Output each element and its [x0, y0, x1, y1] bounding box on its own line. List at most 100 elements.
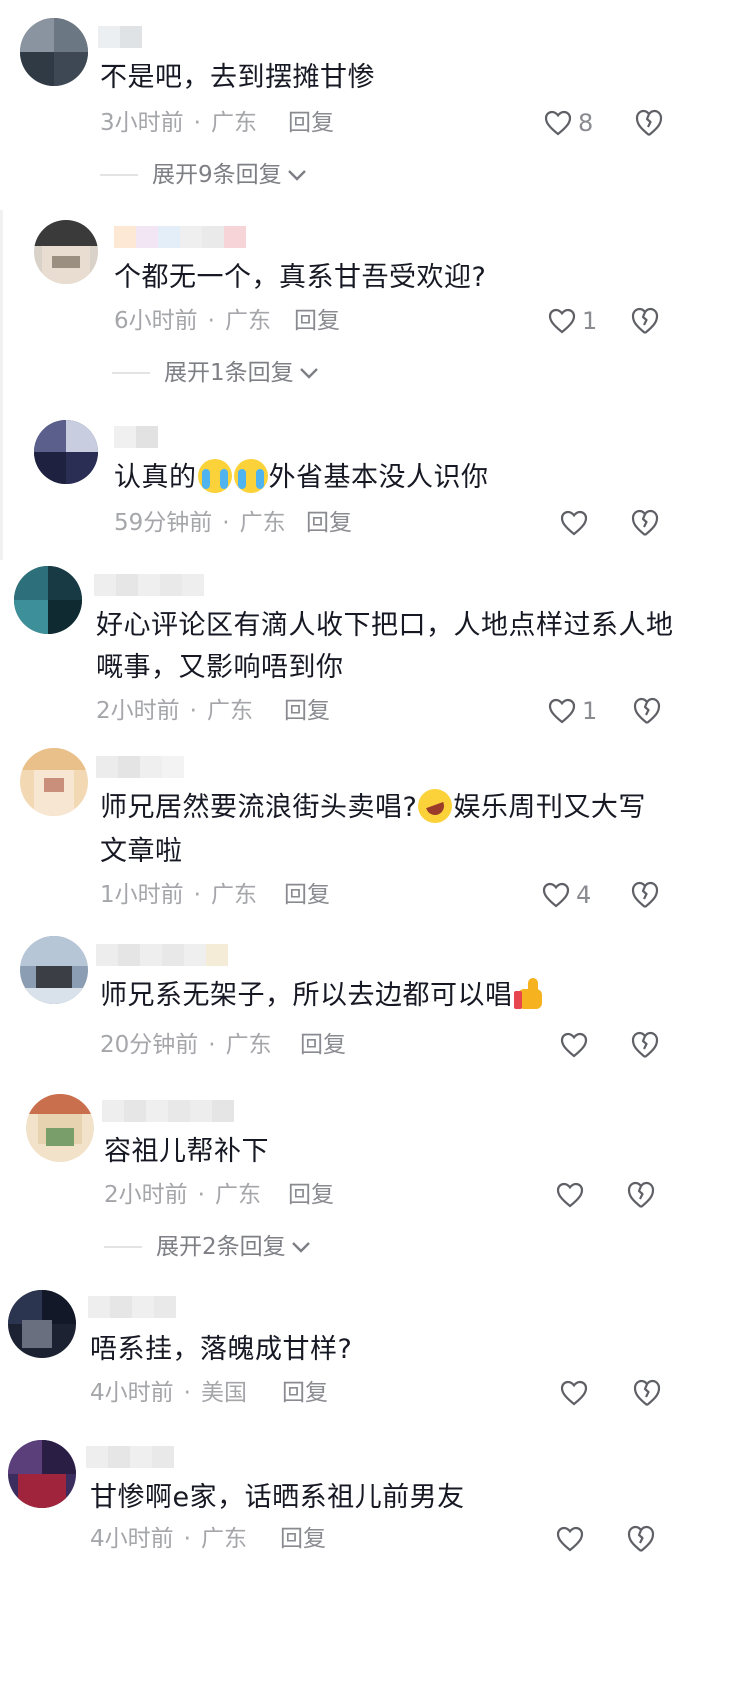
meta-separator: ·: [207, 308, 215, 334]
reply-button[interactable]: 回复: [300, 1030, 346, 1060]
heart-icon: [544, 110, 572, 136]
like-count: 1: [582, 307, 598, 335]
comment-location: 美国: [200, 1380, 247, 1406]
thumbs-up-emoji-icon: [513, 977, 548, 1011]
heart-icon: [542, 882, 570, 908]
username-blurred[interactable]: [96, 756, 184, 778]
like-button[interactable]: [560, 508, 588, 538]
comment-text: 容祖儿帮补下: [104, 1136, 269, 1167]
like-button[interactable]: [560, 1030, 588, 1060]
like-button[interactable]: [556, 1524, 584, 1554]
dislike-button[interactable]: [634, 108, 664, 138]
dislike-button[interactable]: [630, 508, 660, 538]
expand-replies-button[interactable]: 展开1条回复: [112, 358, 320, 388]
meta-separator: ·: [189, 698, 197, 724]
avatar[interactable]: [20, 936, 88, 1004]
username-blurred[interactable]: [86, 1446, 174, 1468]
avatar[interactable]: [20, 18, 88, 86]
username-blurred[interactable]: [98, 26, 142, 48]
dislike-button[interactable]: [626, 1524, 656, 1554]
reply-button[interactable]: 回复: [306, 508, 352, 538]
comment-text-part: 师兄系无架子，所以去边都可以唱: [100, 980, 513, 1011]
like-count: 4: [576, 881, 592, 909]
username-blurred[interactable]: [102, 1100, 234, 1122]
like-count: 1: [582, 697, 598, 725]
reply-button[interactable]: 回复: [284, 696, 330, 726]
comment-text-part: 师兄居然要流浪街头卖唱?: [100, 792, 418, 823]
meta-separator: ·: [183, 1526, 191, 1552]
expand-replies-label: 展开1条回复: [164, 360, 294, 386]
comment-text-part: 认真的: [114, 462, 197, 493]
comment-time: 4小时前: [90, 1380, 174, 1406]
dislike-button[interactable]: [630, 1030, 660, 1060]
chevron-down-icon: [291, 1242, 310, 1253]
broken-heart-icon: [633, 1379, 661, 1406]
meta-separator: ·: [193, 110, 201, 136]
expand-replies-button[interactable]: 展开9条回复: [100, 160, 308, 190]
like-button[interactable]: 8: [544, 108, 593, 138]
broken-heart-icon: [631, 509, 659, 536]
avatar[interactable]: [26, 1094, 94, 1162]
dislike-button[interactable]: [630, 306, 660, 336]
dislike-button[interactable]: [632, 1378, 662, 1408]
comment-location: 广东: [210, 882, 257, 908]
expand-replies-label: 展开2条回复: [156, 1234, 286, 1260]
comment-time: 4小时前: [90, 1526, 174, 1552]
comment-text: 好心评论区有滴人收下把口，人地点样过系人地: [96, 610, 674, 641]
dislike-button[interactable]: [626, 1180, 656, 1210]
expand-replies-button[interactable]: 展开2条回复: [104, 1232, 312, 1262]
dislike-button[interactable]: [630, 880, 660, 910]
like-button[interactable]: 4: [542, 880, 591, 910]
like-button[interactable]: 1: [548, 306, 597, 336]
avatar[interactable]: [34, 220, 98, 284]
meta-separator: ·: [208, 1032, 216, 1058]
comment-text: 个都无一个，真系甘吾受欢迎?: [114, 262, 487, 293]
comment-meta: 6小时前 · 广东: [114, 306, 271, 336]
comment-meta: 2小时前 · 广东: [104, 1180, 261, 1210]
like-button[interactable]: 1: [548, 696, 597, 726]
username-blurred[interactable]: [114, 226, 246, 248]
avatar[interactable]: [8, 1290, 76, 1358]
heart-icon: [560, 1032, 588, 1058]
username-blurred[interactable]: [88, 1296, 176, 1318]
broken-heart-icon: [631, 881, 659, 908]
comment-time: 3小时前: [100, 110, 184, 136]
comment-location: 广东: [210, 110, 257, 136]
comment-meta: 4小时前 · 广东: [90, 1524, 247, 1554]
comment-location: 广东: [206, 698, 253, 724]
reply-button[interactable]: 回复: [288, 1180, 334, 1210]
avatar[interactable]: [20, 748, 88, 816]
comment-text: 唔系挂，落魄成甘样?: [90, 1334, 353, 1365]
reply-button[interactable]: 回复: [294, 306, 340, 336]
username-blurred[interactable]: [94, 574, 204, 596]
comment-meta: 4小时前 · 美国: [90, 1378, 247, 1408]
username-blurred[interactable]: [96, 944, 228, 966]
comment-text: 嘅事，又影响唔到你: [96, 652, 344, 683]
avatar[interactable]: [34, 420, 98, 484]
like-button[interactable]: [560, 1378, 588, 1408]
comment-location: 广东: [239, 510, 286, 536]
reply-button[interactable]: 回复: [288, 108, 334, 138]
dislike-button[interactable]: [632, 696, 662, 726]
comment-meta: 20分钟前 · 广东: [100, 1030, 272, 1060]
reply-button[interactable]: 回复: [282, 1378, 328, 1408]
comment-location: 广东: [224, 308, 271, 334]
comment-text: 认真的 外省基本没人识你: [114, 456, 489, 500]
comment-location: 广东: [214, 1182, 261, 1208]
meta-separator: ·: [197, 1182, 205, 1208]
avatar[interactable]: [8, 1440, 76, 1508]
comment-meta: 2小时前 · 广东: [96, 696, 253, 726]
avatar[interactable]: [14, 566, 82, 634]
meta-separator: ·: [193, 882, 201, 908]
comment-text-part: 外省基本没人识你: [268, 462, 489, 493]
heart-icon: [556, 1526, 584, 1552]
divider: [112, 372, 150, 374]
heart-icon: [556, 1182, 584, 1208]
reply-button[interactable]: 回复: [280, 1524, 326, 1554]
reply-button[interactable]: 回复: [284, 880, 330, 910]
username-blurred[interactable]: [114, 426, 158, 448]
comment-text: 文章啦: [100, 836, 183, 867]
rolling-laughing-emoji-icon: [413, 784, 458, 828]
like-button[interactable]: [556, 1180, 584, 1210]
broken-heart-icon: [631, 1031, 659, 1058]
